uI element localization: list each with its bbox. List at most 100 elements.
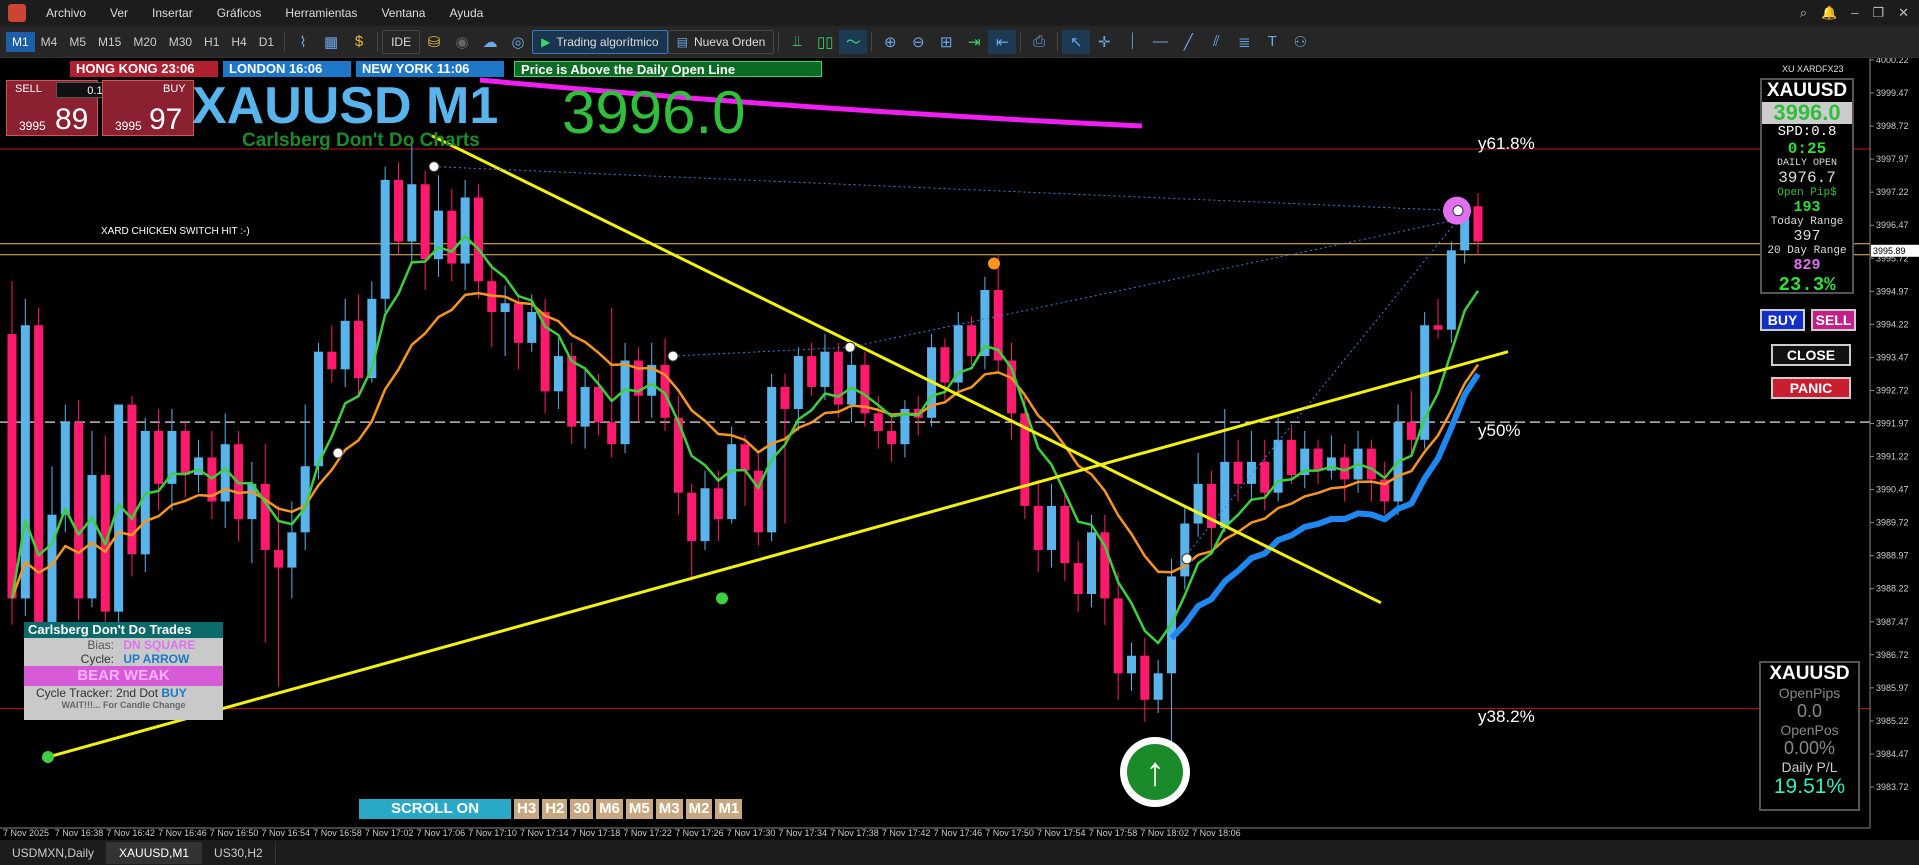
new-order-button[interactable]: ▤ Nueva Orden xyxy=(667,29,775,54)
candle-body xyxy=(607,422,617,445)
scroll-tf-m1[interactable]: M1 xyxy=(715,799,743,819)
scroll-tf-h3[interactable]: H3 xyxy=(514,799,540,819)
scroll-tf-m5[interactable]: M5 xyxy=(625,799,653,819)
zoom-out-icon[interactable]: ⊖ xyxy=(904,30,932,54)
candle-body xyxy=(500,303,510,313)
menu-ayuda[interactable]: Ayuda xyxy=(437,6,495,20)
menu-herramientas[interactable]: Herramientas xyxy=(273,6,369,20)
menu-insertar[interactable]: Insertar xyxy=(140,6,205,20)
grid-icon[interactable]: ⊞ xyxy=(932,30,960,54)
zoom-in-icon[interactable]: ⊕ xyxy=(876,30,904,54)
candle-body xyxy=(420,184,430,260)
time-tick-label: 7 Nov 17:38 xyxy=(830,828,879,838)
panic-button[interactable]: PANIC xyxy=(1771,377,1851,399)
pos-open-pos: 0.00% xyxy=(1783,738,1836,758)
menu-ver[interactable]: Ver xyxy=(98,6,140,20)
session-hongkong: HONG KONG 23:06 xyxy=(70,61,218,77)
tf-m20[interactable]: M20 xyxy=(127,32,162,52)
scroll-tf-m2[interactable]: M2 xyxy=(685,799,713,819)
cdt-panel: Carlsberg Don't Do Trades Bias: DN SQUAR… xyxy=(24,622,223,720)
candles-icon[interactable]: ▯▯ xyxy=(811,30,839,54)
menu-ventana[interactable]: Ventana xyxy=(369,6,437,20)
time-tick-label: 7 Nov 16:42 xyxy=(106,828,155,838)
trade-marker xyxy=(844,341,856,353)
scroll-tf-30[interactable]: 30 xyxy=(570,799,594,819)
algo-trading-button[interactable]: ▶ Trading algorítmico xyxy=(532,29,668,54)
signal-dot xyxy=(42,751,54,764)
trendline-icon[interactable]: ╱ xyxy=(1174,30,1202,54)
tf-h4[interactable]: H4 xyxy=(225,32,252,52)
tab-xauusd[interactable]: XAUUSD,M1 xyxy=(107,841,203,864)
tf-m4[interactable]: M4 xyxy=(35,32,64,52)
tab-usdmxn[interactable]: USDMXN,Daily xyxy=(0,841,108,864)
price-chart[interactable]: 4000.22 3999.47 3998.72 3997.97 3997.22 3996.… xyxy=(0,58,1919,840)
market-icon[interactable]: ⛁ xyxy=(420,30,448,54)
dollar-icon[interactable]: $ xyxy=(345,30,373,54)
time-tick-label: 7 Nov 17:30 xyxy=(727,828,776,838)
price-tick-label: 3986.72 xyxy=(1876,650,1909,660)
menu-archivo[interactable]: Archivo xyxy=(34,6,98,20)
line-chart-icon[interactable]: 〜 xyxy=(839,29,868,54)
scroll-toggle-button[interactable]: SCROLL ON xyxy=(359,799,511,819)
candle-body xyxy=(1446,250,1456,330)
bar-chart-icon[interactable]: ⫫ xyxy=(783,30,811,54)
search-icon[interactable]: ⌕ xyxy=(1800,5,1807,21)
templates-icon[interactable]: ▦ xyxy=(317,30,345,54)
menu-graficos[interactable]: Gráficos xyxy=(205,6,274,20)
price-tick-label: 4000.22 xyxy=(1876,58,1909,65)
chart-shift-icon[interactable]: ⇤ xyxy=(988,29,1017,54)
signal-icon[interactable]: ◉ xyxy=(448,30,476,54)
price-tick-label: 3985.97 xyxy=(1876,683,1909,693)
scroll-tf-h2[interactable]: H2 xyxy=(542,799,568,819)
crosshair-icon[interactable]: ✛ xyxy=(1090,30,1118,54)
candle-body xyxy=(34,325,44,643)
ide-button[interactable]: IDE xyxy=(382,29,421,54)
candle-body xyxy=(780,386,790,409)
cursor-icon[interactable]: ↖ xyxy=(1062,29,1091,54)
panel-buy-button[interactable]: BUY xyxy=(1760,309,1805,331)
time-tick-label: 7 Nov 17:46 xyxy=(934,828,983,838)
tf-m1[interactable]: M1 xyxy=(6,31,35,52)
vps-icon[interactable]: ◎ xyxy=(504,30,532,54)
price-tick-label: 3998.72 xyxy=(1876,121,1909,131)
notification-icon[interactable]: 🔔 xyxy=(1821,5,1837,21)
restore-icon[interactable]: ❐ xyxy=(1872,5,1884,21)
tf-m5[interactable]: M5 xyxy=(63,32,92,52)
tf-d1[interactable]: D1 xyxy=(253,32,280,52)
horizontal-line-icon[interactable]: — xyxy=(1146,30,1174,54)
chart-type-icon[interactable]: ⌇ xyxy=(289,30,317,54)
candle-body xyxy=(274,549,284,568)
cloud-icon[interactable]: ☁ xyxy=(476,30,504,54)
candle-body xyxy=(1113,598,1123,674)
shapes-icon[interactable]: ⚇ xyxy=(1286,30,1314,54)
channel-icon[interactable]: ⫽ xyxy=(1202,30,1230,54)
chart-symbol-title: XAUUSD M1 xyxy=(192,77,499,135)
time-tick-label: 7 Nov 17:18 xyxy=(572,828,621,838)
autoscroll-icon[interactable]: ⇥ xyxy=(960,30,988,54)
close-all-button[interactable]: CLOSE xyxy=(1771,344,1851,366)
candle-body xyxy=(940,347,950,383)
candle-body xyxy=(1087,532,1097,595)
scroll-tf-m6[interactable]: M6 xyxy=(596,799,623,819)
toolbar-separator xyxy=(871,31,873,52)
vertical-line-icon[interactable]: ⏐ xyxy=(1118,30,1146,54)
price-tick-label: 3994.22 xyxy=(1876,319,1909,329)
time-tick-label: 7 Nov 17:26 xyxy=(675,828,724,838)
close-icon[interactable]: ✕ xyxy=(1898,5,1909,21)
trade-marker xyxy=(332,447,344,459)
minimize-icon[interactable]: – xyxy=(1851,5,1858,21)
trade-connector-line xyxy=(433,166,1459,212)
buy-button[interactable]: BUY 3995 97 xyxy=(102,80,194,136)
screenshot-icon[interactable]: ⎙ xyxy=(1025,30,1053,54)
fibonacci-icon[interactable]: ≣ xyxy=(1230,30,1258,54)
tab-us30[interactable]: US30,H2 xyxy=(202,841,276,864)
fib-label-50: y50% xyxy=(1478,421,1521,440)
tf-m15[interactable]: M15 xyxy=(92,32,127,52)
panel-sell-button[interactable]: SELL xyxy=(1811,309,1856,331)
tf-m30[interactable]: M30 xyxy=(163,32,198,52)
scroll-tf-m3[interactable]: M3 xyxy=(655,799,683,819)
tf-h1[interactable]: H1 xyxy=(198,32,225,52)
text-icon[interactable]: T xyxy=(1258,30,1286,54)
candle-body xyxy=(1260,461,1270,493)
price-tick-label: 3997.22 xyxy=(1876,187,1909,197)
